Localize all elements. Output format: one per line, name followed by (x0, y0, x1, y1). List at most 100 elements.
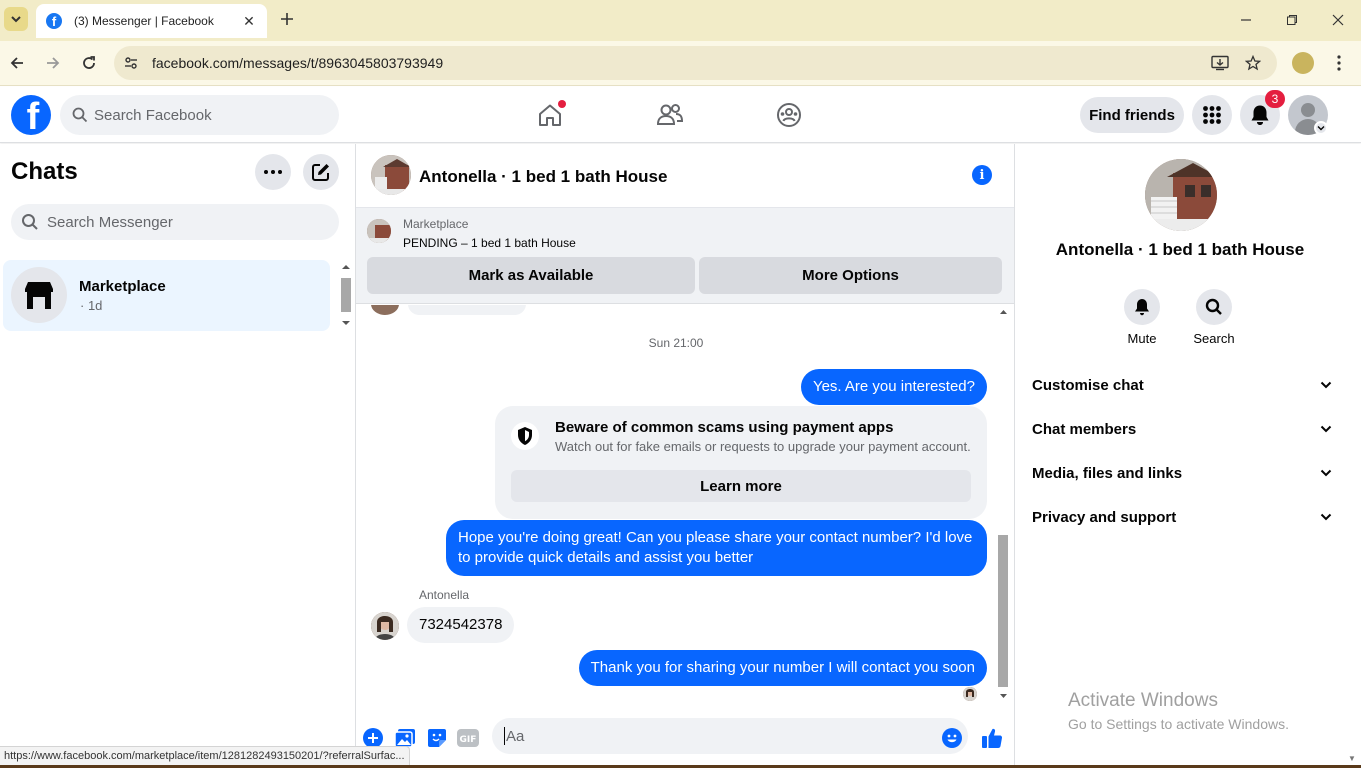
chevron-down-icon (11, 16, 21, 23)
message-input[interactable]: Aa (492, 718, 968, 754)
chevron-down-icon (1317, 126, 1325, 131)
facebook-search-input[interactable]: Search Facebook (60, 95, 339, 135)
chats-scrollbar[interactable] (340, 262, 352, 330)
learn-more-button[interactable]: Learn more (511, 470, 971, 502)
scroll-down-arrow-icon[interactable] (996, 691, 1011, 701)
search-in-conversation-action[interactable]: Search (1184, 289, 1244, 346)
image-icon (394, 729, 415, 748)
browser-toolbar: facebook.com/messages/t/8963045803793949 (0, 41, 1361, 86)
grid-menu-icon (1203, 106, 1221, 124)
new-tab-button[interactable] (277, 9, 297, 29)
chevron-down-icon (1320, 469, 1332, 477)
messenger-search-input[interactable]: Search Messenger (11, 204, 339, 240)
arrow-left-icon (10, 57, 23, 69)
sticker-button[interactable] (425, 726, 449, 750)
back-button[interactable] (7, 53, 27, 73)
listing-thumbnail[interactable] (367, 219, 391, 243)
media-files-links-section[interactable]: Media, files and links (1032, 461, 1332, 485)
marketplace-listing-banner: Marketplace PENDING – 1 bed 1 bath House… (356, 208, 1014, 304)
chevron-down-icon (1320, 425, 1332, 433)
conversation-avatar[interactable] (371, 155, 411, 195)
chats-heading: Chats (11, 158, 78, 185)
tab-search-dropdown[interactable] (4, 7, 28, 31)
page-scroll-down-arrow-icon[interactable]: ▼ (1348, 754, 1356, 763)
mute-action[interactable]: Mute (1112, 289, 1172, 346)
marketplace-label: Marketplace (403, 217, 469, 231)
like-button[interactable] (980, 726, 1004, 750)
facebook-logo[interactable]: f (11, 95, 51, 135)
sender-avatar[interactable] (371, 612, 399, 640)
scroll-up-arrow-icon[interactable] (340, 262, 352, 272)
browser-menu-button[interactable] (1329, 53, 1349, 73)
maximize-button[interactable] (1281, 10, 1303, 30)
mark-as-available-button[interactable]: Mark as Available (367, 257, 695, 294)
thumbs-up-icon (982, 728, 1003, 749)
forward-button[interactable] (43, 53, 63, 73)
arrow-right-icon (47, 57, 60, 69)
account-menu-chevron[interactable] (1314, 121, 1328, 135)
scam-warning-title: Beware of common scams using payment app… (555, 419, 894, 436)
url-text: facebook.com/messages/t/8963045803793949 (152, 55, 444, 71)
scam-warning-description: Watch out for fake emails or requests to… (555, 439, 971, 454)
chats-sidebar: Chats Search Messenger Marketplace · 1d (0, 144, 356, 768)
site-info-icon[interactable] (121, 53, 141, 73)
conversation-header: Antonella · 1 bed 1 bath House i (356, 144, 1014, 208)
close-window-button[interactable] (1327, 10, 1349, 30)
facebook-header: f Search Facebook Find friends (0, 87, 1361, 143)
browser-tab[interactable]: f (3) Messenger | Facebook ✕ (36, 4, 267, 38)
kebab-menu-icon (1337, 55, 1341, 71)
browser-profile-avatar[interactable] (1292, 52, 1314, 74)
chat-list-item-marketplace[interactable]: Marketplace · 1d (3, 260, 330, 331)
chevron-down-icon (1320, 381, 1332, 389)
seen-indicator-avatar (963, 687, 977, 701)
browser-tab-bar: f (3) Messenger | Facebook ✕ (0, 0, 1361, 41)
outgoing-message[interactable]: Thank you for sharing your number I will… (578, 650, 987, 686)
more-horizontal-icon (264, 170, 282, 174)
tab-close-icon[interactable]: ✕ (241, 13, 257, 30)
scroll-up-arrow-icon[interactable] (996, 307, 1011, 317)
marketplace-shop-icon (11, 267, 67, 323)
groups-nav-button[interactable] (774, 100, 804, 130)
chat-name: Marketplace (79, 278, 166, 295)
menu-grid-button[interactable] (1192, 95, 1232, 135)
minimize-icon (1241, 19, 1251, 21)
scroll-down-arrow-icon[interactable] (340, 318, 352, 328)
new-message-button[interactable] (303, 154, 339, 190)
find-friends-button[interactable]: Find friends (1080, 97, 1184, 133)
outgoing-message[interactable]: Yes. Are you interested? (800, 369, 987, 405)
shield-icon (511, 422, 539, 450)
search-icon (72, 107, 88, 123)
chat-members-section[interactable]: Chat members (1032, 417, 1332, 441)
listing-profile-photo[interactable] (1145, 159, 1217, 231)
tab-title: (3) Messenger | Facebook (74, 14, 214, 28)
plus-circle-icon (363, 728, 383, 748)
address-bar[interactable]: facebook.com/messages/t/8963045803793949 (114, 46, 1277, 80)
bookmark-star-icon[interactable] (1243, 53, 1263, 73)
message-list: Sun 21:00 Yes. Are you interested? Bewar… (356, 305, 1014, 707)
conversation-scrollbar[interactable] (996, 305, 1011, 705)
chat-options-button[interactable] (255, 154, 291, 190)
minimize-button[interactable] (1235, 10, 1257, 30)
friends-icon (656, 104, 684, 125)
privacy-support-section[interactable]: Privacy and support (1032, 505, 1332, 529)
outgoing-message[interactable]: Hope you're doing great! Can you please … (446, 520, 987, 576)
emoji-button[interactable] (940, 726, 964, 750)
facebook-favicon-icon: f (46, 13, 62, 29)
friends-nav-button[interactable] (655, 100, 685, 130)
emoji-icon (942, 728, 962, 748)
more-options-button[interactable]: More Options (699, 257, 1002, 294)
scam-warning-card: Beware of common scams using payment app… (495, 406, 987, 519)
gif-button[interactable]: GIF (456, 726, 480, 750)
listing-profile-name: Antonella · 1 bed 1 bath House (1055, 240, 1305, 259)
install-app-icon[interactable] (1210, 53, 1230, 73)
message-composer: GIF Aa (356, 707, 1014, 768)
customise-chat-section[interactable]: Customise chat (1032, 373, 1332, 397)
bell-icon (1135, 299, 1149, 316)
chevron-down-icon (1320, 513, 1332, 521)
conversation-info-icon[interactable]: i (972, 165, 992, 185)
sender-avatar (371, 305, 399, 315)
message-sender-name: Antonella (419, 588, 470, 602)
incoming-message[interactable]: 7324542378 (407, 607, 515, 643)
reload-button[interactable] (79, 53, 99, 73)
message-timestamp: Sun 21:00 (648, 336, 704, 350)
